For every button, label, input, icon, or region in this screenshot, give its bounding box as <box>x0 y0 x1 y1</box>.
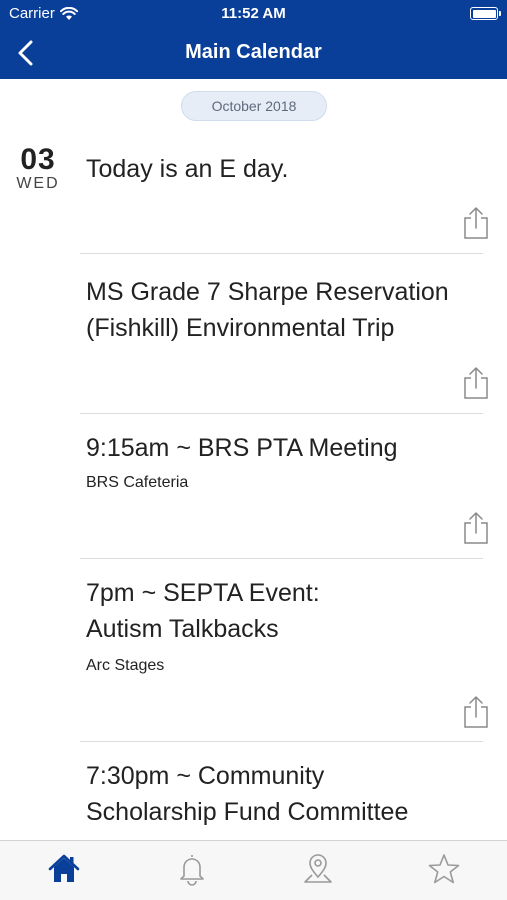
event-row[interactable]: Today is an E day. <box>80 143 488 254</box>
event-location: BRS Cafeteria <box>86 474 189 491</box>
nav-bar: Main Calendar <box>0 28 507 79</box>
event-row[interactable]: 7pm ~ SEPTA Event: Autism Talkbacks Arc … <box>80 559 488 742</box>
header-bar: Carrier 11:52 AM Main Calendar <box>0 0 507 79</box>
event-title: Today is an E day. <box>86 155 289 183</box>
bell-icon[interactable] <box>174 851 210 887</box>
calendar-list[interactable]: October 2018 03 WED Today is an E day. M… <box>0 79 507 840</box>
event-row[interactable]: 9:15am ~ BRS PTA Meeting BRS Cafeteria <box>80 414 488 559</box>
date-block: 03 WED <box>14 143 62 193</box>
star-icon[interactable] <box>426 851 462 887</box>
page-title: Main Calendar <box>185 41 322 63</box>
share-icon[interactable] <box>461 366 491 400</box>
event-row[interactable]: 7:30pm ~ Community Scholarship Fund Comm… <box>80 742 483 840</box>
home-icon[interactable] <box>46 851 82 887</box>
share-icon[interactable] <box>461 511 491 545</box>
date-day: 03 <box>20 143 56 176</box>
tab-bar <box>0 840 507 900</box>
status-bar: Carrier 11:52 AM <box>0 0 507 28</box>
event-row[interactable]: MS Grade 7 Sharpe Reservation (Fishkill)… <box>80 254 488 414</box>
event-title: 7:30pm ~ Community Scholarship Fund Comm… <box>86 762 409 826</box>
event-location: Arc Stages <box>86 657 165 674</box>
event-title: 7pm ~ SEPTA Event: Autism Talkbacks <box>86 579 320 643</box>
battery-icon <box>470 7 501 20</box>
event-title: MS Grade 7 Sharpe Reservation (Fishkill)… <box>86 278 449 342</box>
share-icon[interactable] <box>461 206 491 240</box>
month-section-header: October 2018 <box>181 91 327 121</box>
event-title: 9:15am ~ BRS PTA Meeting <box>86 434 398 462</box>
share-icon[interactable] <box>461 695 491 729</box>
date-weekday: WED <box>16 175 60 192</box>
map-pin-icon[interactable] <box>300 851 336 887</box>
status-time: 11:52 AM <box>221 5 286 22</box>
